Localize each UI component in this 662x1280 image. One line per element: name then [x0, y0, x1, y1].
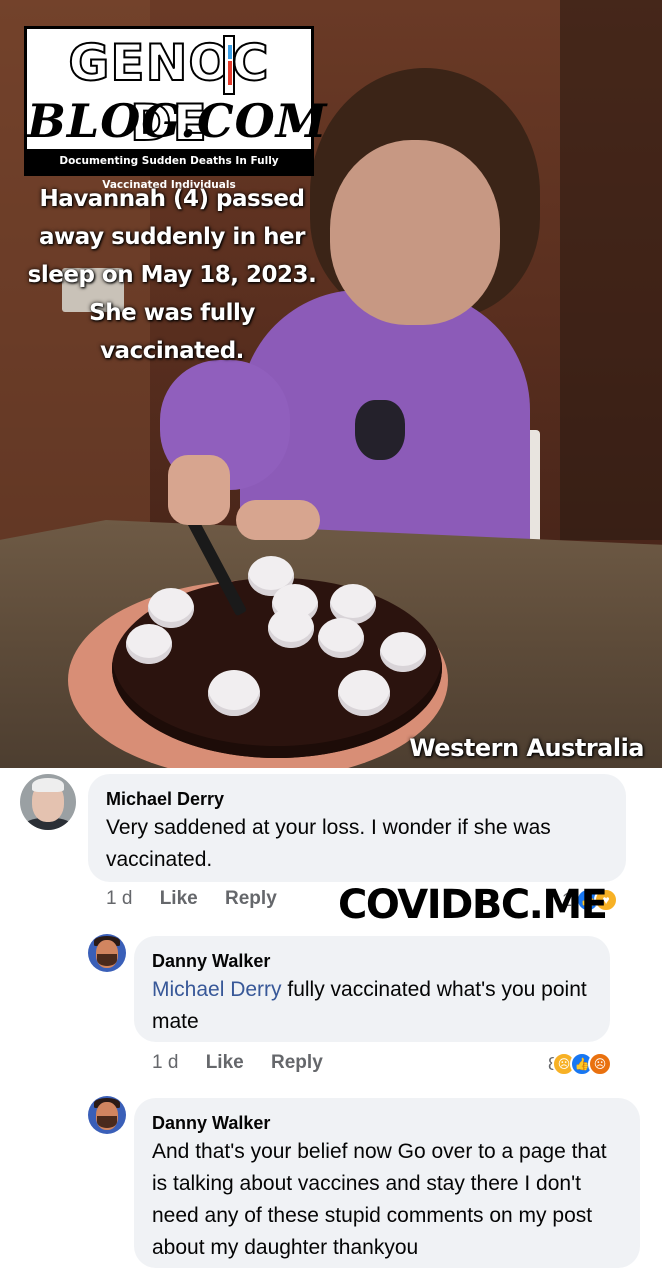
location-label: Western Australia: [409, 734, 644, 762]
caption-line: Havannah (4) passed: [39, 186, 305, 212]
comment-time[interactable]: 1 d: [106, 888, 132, 909]
girl-hand: [236, 500, 320, 540]
caption-line: sleep on May 18, 2023.: [27, 262, 317, 288]
mention-link[interactable]: Michael Derry: [152, 978, 282, 1001]
like-button[interactable]: Like: [206, 1052, 244, 1073]
comment-author[interactable]: Danny Walker: [152, 1110, 622, 1136]
syringe-icon: [223, 35, 235, 95]
girl-face: [330, 140, 500, 325]
comment-actions: 1 d Like Reply: [152, 1052, 345, 1074]
reply-button[interactable]: Reply: [225, 888, 277, 909]
watermark: COVIDBC.ME: [338, 882, 608, 928]
memorial-photo: GENOC DE BLOG.COM Documenting Sudden Dea…: [0, 0, 662, 768]
comment-text: Very saddened at your loss. I wonder if …: [106, 816, 551, 871]
angry-icon: ☹: [588, 1052, 613, 1076]
girl-hand: [168, 455, 230, 525]
comment-author[interactable]: Michael Derry: [106, 786, 608, 812]
reply-button[interactable]: Reply: [271, 1052, 323, 1073]
comment-text: And that's your belief now Go over to a …: [152, 1140, 607, 1259]
cat-print: [355, 400, 405, 460]
comment-author[interactable]: Danny Walker: [152, 948, 592, 974]
avatar[interactable]: [88, 934, 126, 972]
blog-logo: GENOC DE BLOG.COM Documenting Sudden Dea…: [24, 26, 328, 191]
caption-line: away suddenly in her: [38, 224, 306, 250]
comment-bubble: Danny Walker And that's your belief now …: [134, 1098, 640, 1268]
marshmallow: [380, 632, 426, 672]
memorial-caption: Havannah (4) passed away suddenly in her…: [22, 180, 322, 370]
logo-subtitle: BLOG.COM: [27, 94, 328, 148]
comment-thread: Michael Derry Very saddened at your loss…: [0, 768, 662, 1280]
avatar[interactable]: [88, 1096, 126, 1134]
marshmallow: [318, 618, 364, 658]
marshmallow: [148, 588, 194, 628]
marshmallow: [268, 608, 314, 648]
avatar[interactable]: [20, 774, 76, 830]
comment-bubble: Michael Derry Very saddened at your loss…: [88, 774, 626, 882]
caption-line: She was fully vaccinated.: [89, 300, 255, 364]
comment-actions: 1 d Like Reply: [106, 888, 299, 910]
logo-tagline: Documenting Sudden Deaths In Fully Vacci…: [27, 149, 311, 191]
comment-text: Michael Derry fully vaccinated what's yo…: [152, 974, 592, 1038]
marshmallow: [338, 670, 390, 716]
doorway: [560, 0, 662, 540]
like-button[interactable]: Like: [160, 888, 198, 909]
comment-time[interactable]: 1 d: [152, 1052, 178, 1073]
marshmallow: [126, 624, 172, 664]
comment-bubble: Danny Walker Michael Derry fully vaccina…: [134, 936, 610, 1042]
marshmallow: [208, 670, 260, 716]
reaction-summary[interactable]: 8 ☹ 👍 ☹: [548, 1052, 613, 1076]
